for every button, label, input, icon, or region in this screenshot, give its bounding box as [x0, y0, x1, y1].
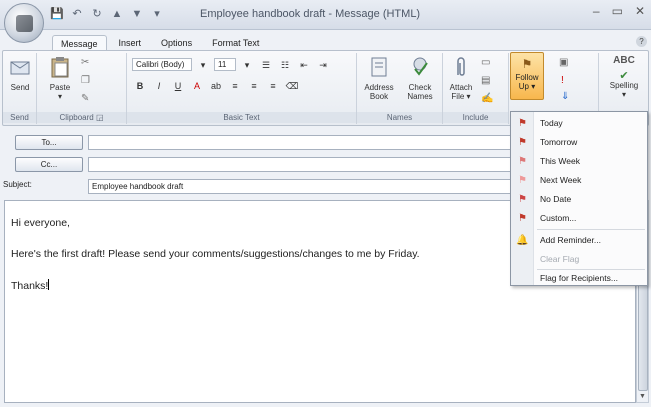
font-size-dropdown-icon[interactable]: ▾: [239, 58, 255, 71]
cut-icon[interactable]: ✂: [81, 57, 89, 68]
highlight-icon[interactable]: ab: [208, 79, 224, 92]
menu-item-next-week[interactable]: ⚑ Next Week: [511, 171, 647, 189]
text-caret: [48, 279, 50, 290]
customize-qat-icon[interactable]: ▾: [150, 7, 164, 21]
flag-icon: ⚑: [521, 57, 533, 71]
window-controls: – ▭ ✕: [593, 4, 645, 18]
check-names-icon: [413, 57, 428, 76]
paste-icon: [51, 57, 69, 78]
menu-item-flag-for-recipients[interactable]: Flag for Recipients...: [511, 269, 647, 287]
menu-item-clear-flag: Clear Flag: [540, 254, 580, 264]
help-icon[interactable]: ?: [636, 36, 647, 47]
paperclip-icon: [457, 57, 465, 76]
attach-file-button[interactable]: Attach File ▾: [446, 55, 476, 101]
basic-text-group-label: Basic Text: [127, 112, 356, 123]
minimize-button[interactable]: –: [593, 4, 600, 18]
next-item-icon[interactable]: ▼: [130, 7, 144, 21]
underline-button[interactable]: U: [170, 79, 186, 92]
align-right-icon[interactable]: ≡: [265, 79, 281, 92]
high-importance-icon[interactable]: !: [561, 75, 564, 86]
flag-icon: ⚑: [518, 174, 527, 186]
menu-item-today[interactable]: ⚑ Today: [511, 114, 647, 132]
flag-icon: ⚑: [518, 136, 527, 148]
font-dropdown-icon[interactable]: ▾: [195, 58, 211, 71]
save-icon[interactable]: 💾: [50, 7, 64, 21]
font-size-box[interactable]: 11: [214, 58, 236, 71]
signature-icon[interactable]: ✍: [481, 93, 493, 104]
copy-icon[interactable]: ❐: [81, 75, 90, 86]
menu-separator: [537, 229, 645, 230]
scroll-down-icon[interactable]: ▼: [637, 391, 648, 402]
format-painter-icon[interactable]: ✎: [81, 93, 89, 104]
follow-up-menu: ⚑ Today ⚑ Tomorrow ⚑ This Week ⚑ Next We…: [510, 111, 648, 286]
quick-access-toolbar: 💾 ↶ ↻ ▲ ▼ ▾: [50, 7, 164, 21]
checkmark-icon: ✔: [619, 70, 629, 82]
check-names-button[interactable]: Check Names: [401, 55, 439, 101]
align-center-icon[interactable]: ≡: [246, 79, 262, 92]
undo-icon[interactable]: ↶: [70, 7, 84, 21]
body-line-greeting: Hi everyone,: [11, 217, 70, 229]
body-line-main: Here's the first draft! Please send your…: [11, 248, 420, 260]
send-icon: [10, 61, 30, 75]
flag-icon: ⚑: [518, 193, 527, 205]
close-button[interactable]: ✕: [635, 4, 645, 18]
names-group-label: Names: [357, 112, 442, 123]
bell-icon: 🔔: [516, 234, 529, 246]
spelling-abc-icon: ABC: [613, 55, 635, 66]
body-line-closing: Thanks!: [11, 279, 50, 292]
bullets-icon[interactable]: ☰: [258, 58, 274, 71]
flag-icon: ⚑: [518, 212, 527, 224]
font-name-box[interactable]: Calibri (Body): [132, 58, 192, 71]
menu-item-no-date[interactable]: ⚑ No Date: [511, 190, 647, 208]
address-book-icon: [371, 57, 387, 77]
numbering-icon[interactable]: ☷: [277, 58, 293, 71]
flag-icon: ⚑: [518, 155, 527, 167]
to-button[interactable]: To...: [15, 135, 83, 150]
clear-formatting-icon[interactable]: ⌫: [284, 79, 300, 92]
menu-item-tomorrow[interactable]: ⚑ Tomorrow: [511, 133, 647, 151]
font-color-icon[interactable]: A: [189, 79, 205, 92]
menu-item-custom[interactable]: ⚑ Custom...: [511, 209, 647, 227]
menu-item-add-reminder[interactable]: 🔔 Add Reminder...: [511, 231, 647, 249]
send-group: Send Send: [3, 53, 37, 124]
low-importance-icon[interactable]: ⇓: [561, 91, 569, 102]
attach-item-icon[interactable]: ▭: [481, 57, 490, 68]
business-card-icon[interactable]: ▤: [481, 75, 490, 86]
spelling-button[interactable]: ABC ✔ Spelling ▾: [602, 55, 646, 99]
redo-icon[interactable]: ↻: [90, 7, 104, 21]
subject-label: Subject:: [3, 180, 32, 189]
office-logo-icon: [16, 15, 33, 32]
menu-item-this-week[interactable]: ⚑ This Week: [511, 152, 647, 170]
send-group-label: Send: [3, 112, 36, 123]
office-button[interactable]: [4, 3, 44, 43]
window-title: Employee handbook draft - Message (HTML): [200, 8, 421, 20]
maximize-button[interactable]: ▭: [612, 4, 623, 18]
include-group-label: Include: [443, 112, 508, 123]
follow-up-button[interactable]: ⚑ Follow Up ▾: [510, 52, 544, 100]
cc-button[interactable]: Cc...: [15, 157, 83, 172]
names-group: Address Book Check Names Names: [357, 53, 443, 124]
title-bar: 💾 ↶ ↻ ▲ ▼ ▾ Employee handbook draft - Me…: [0, 0, 651, 43]
address-book-button[interactable]: Address Book: [361, 55, 397, 101]
italic-button[interactable]: I: [151, 79, 167, 92]
clipboard-group: Paste ▾ ✂ ❐ ✎ Clipboard ◲: [37, 53, 127, 124]
increase-indent-icon[interactable]: ⇥: [315, 58, 331, 71]
categorize-icon[interactable]: ▣: [559, 57, 568, 68]
include-group: Attach File ▾ ▭ ▤ ✍ Include: [443, 53, 509, 124]
flag-icon: ⚑: [518, 117, 527, 129]
align-left-icon[interactable]: ≡: [227, 79, 243, 92]
paste-button[interactable]: Paste ▾: [45, 55, 75, 101]
basic-text-group: Calibri (Body) ▾ 11 ▾ ☰ ☷ ⇤ ⇥ B I U A ab…: [127, 53, 357, 124]
previous-item-icon[interactable]: ▲: [110, 7, 124, 21]
decrease-indent-icon[interactable]: ⇤: [296, 58, 312, 71]
send-button[interactable]: Send: [6, 55, 34, 92]
bold-button[interactable]: B: [132, 79, 148, 92]
clipboard-group-label: Clipboard ◲: [37, 112, 126, 123]
